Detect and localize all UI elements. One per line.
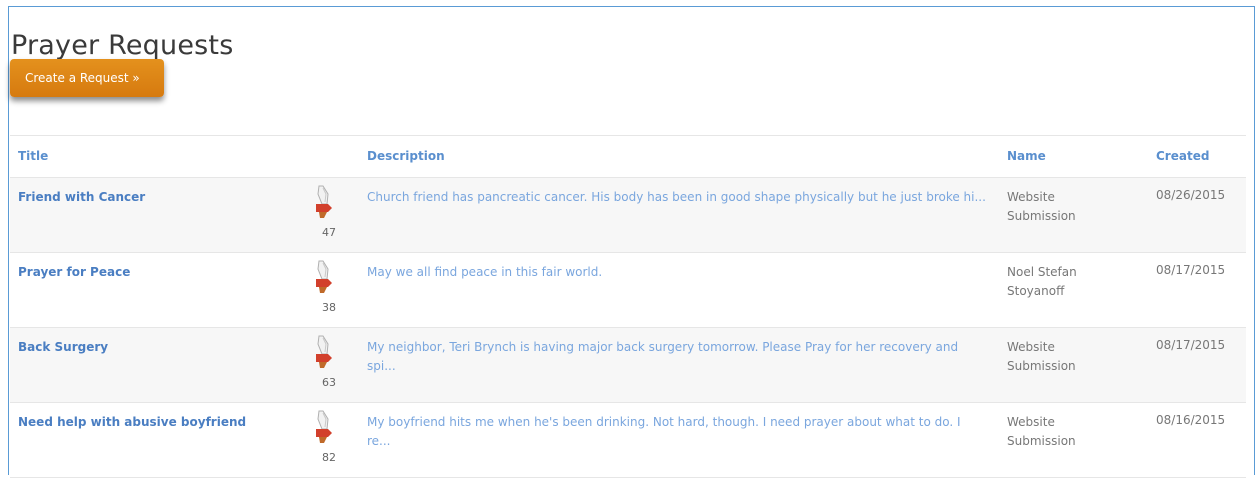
submitter-name: Website Submission bbox=[1007, 190, 1076, 223]
created-date: 08/17/2015 bbox=[1156, 338, 1226, 352]
page-title: Prayer Requests bbox=[11, 30, 234, 62]
column-header-description[interactable]: Description bbox=[367, 149, 445, 163]
prayer-requests-table: Title Description Name Created Friend wi… bbox=[10, 135, 1246, 478]
table-header: Title Description Name Created bbox=[10, 135, 1246, 178]
submitter-name: Website Submission bbox=[1007, 340, 1076, 373]
pray-button[interactable]: 47 bbox=[314, 184, 344, 242]
request-description-link[interactable]: Church friend has pancreatic cancer. His… bbox=[367, 188, 987, 207]
created-date: 08/16/2015 bbox=[1156, 413, 1226, 427]
praying-hands-icon bbox=[316, 335, 332, 368]
pray-button[interactable]: 38 bbox=[314, 259, 344, 317]
pray-button[interactable]: 82 bbox=[314, 409, 344, 467]
praying-hands-icon bbox=[316, 410, 332, 443]
request-description-link[interactable]: My neighbor, Teri Brynch is having major… bbox=[367, 338, 987, 376]
praying-hands-icon bbox=[316, 185, 332, 218]
table-row: Need help with abusive boyfriend 82 My b… bbox=[10, 403, 1246, 478]
table-row: Friend with Cancer 47 Church friend has … bbox=[10, 178, 1246, 253]
column-header-name[interactable]: Name bbox=[1007, 149, 1046, 163]
created-date: 08/17/2015 bbox=[1156, 263, 1226, 277]
request-description-link[interactable]: May we all find peace in this fair world… bbox=[367, 263, 987, 282]
column-header-created[interactable]: Created bbox=[1156, 149, 1209, 163]
request-title-link[interactable]: Prayer for Peace bbox=[18, 265, 130, 279]
prayer-count: 47 bbox=[322, 226, 336, 239]
column-header-title[interactable]: Title bbox=[18, 149, 48, 163]
created-date: 08/26/2015 bbox=[1156, 188, 1226, 202]
table-row: Back Surgery 63 My neighbor, Teri Brynch… bbox=[10, 328, 1246, 403]
prayer-count: 63 bbox=[322, 376, 336, 389]
request-description-link[interactable]: My boyfriend hits me when he's been drin… bbox=[367, 413, 987, 451]
request-title-link[interactable]: Need help with abusive boyfriend bbox=[18, 415, 246, 429]
praying-hands-icon bbox=[316, 260, 332, 293]
submitter-name: Website Submission bbox=[1007, 415, 1076, 448]
submitter-name: Noel Stefan Stoyanoff bbox=[1007, 265, 1077, 298]
prayer-count: 82 bbox=[322, 451, 336, 464]
request-title-link[interactable]: Back Surgery bbox=[18, 340, 108, 354]
create-request-button[interactable]: Create a Request » bbox=[10, 59, 164, 97]
request-title-link[interactable]: Friend with Cancer bbox=[18, 190, 145, 204]
table-body: Friend with Cancer 47 Church friend has … bbox=[10, 178, 1246, 478]
table-row: Prayer for Peace 38 May we all find peac… bbox=[10, 253, 1246, 328]
pray-button[interactable]: 63 bbox=[314, 334, 344, 392]
prayer-count: 38 bbox=[322, 301, 336, 314]
